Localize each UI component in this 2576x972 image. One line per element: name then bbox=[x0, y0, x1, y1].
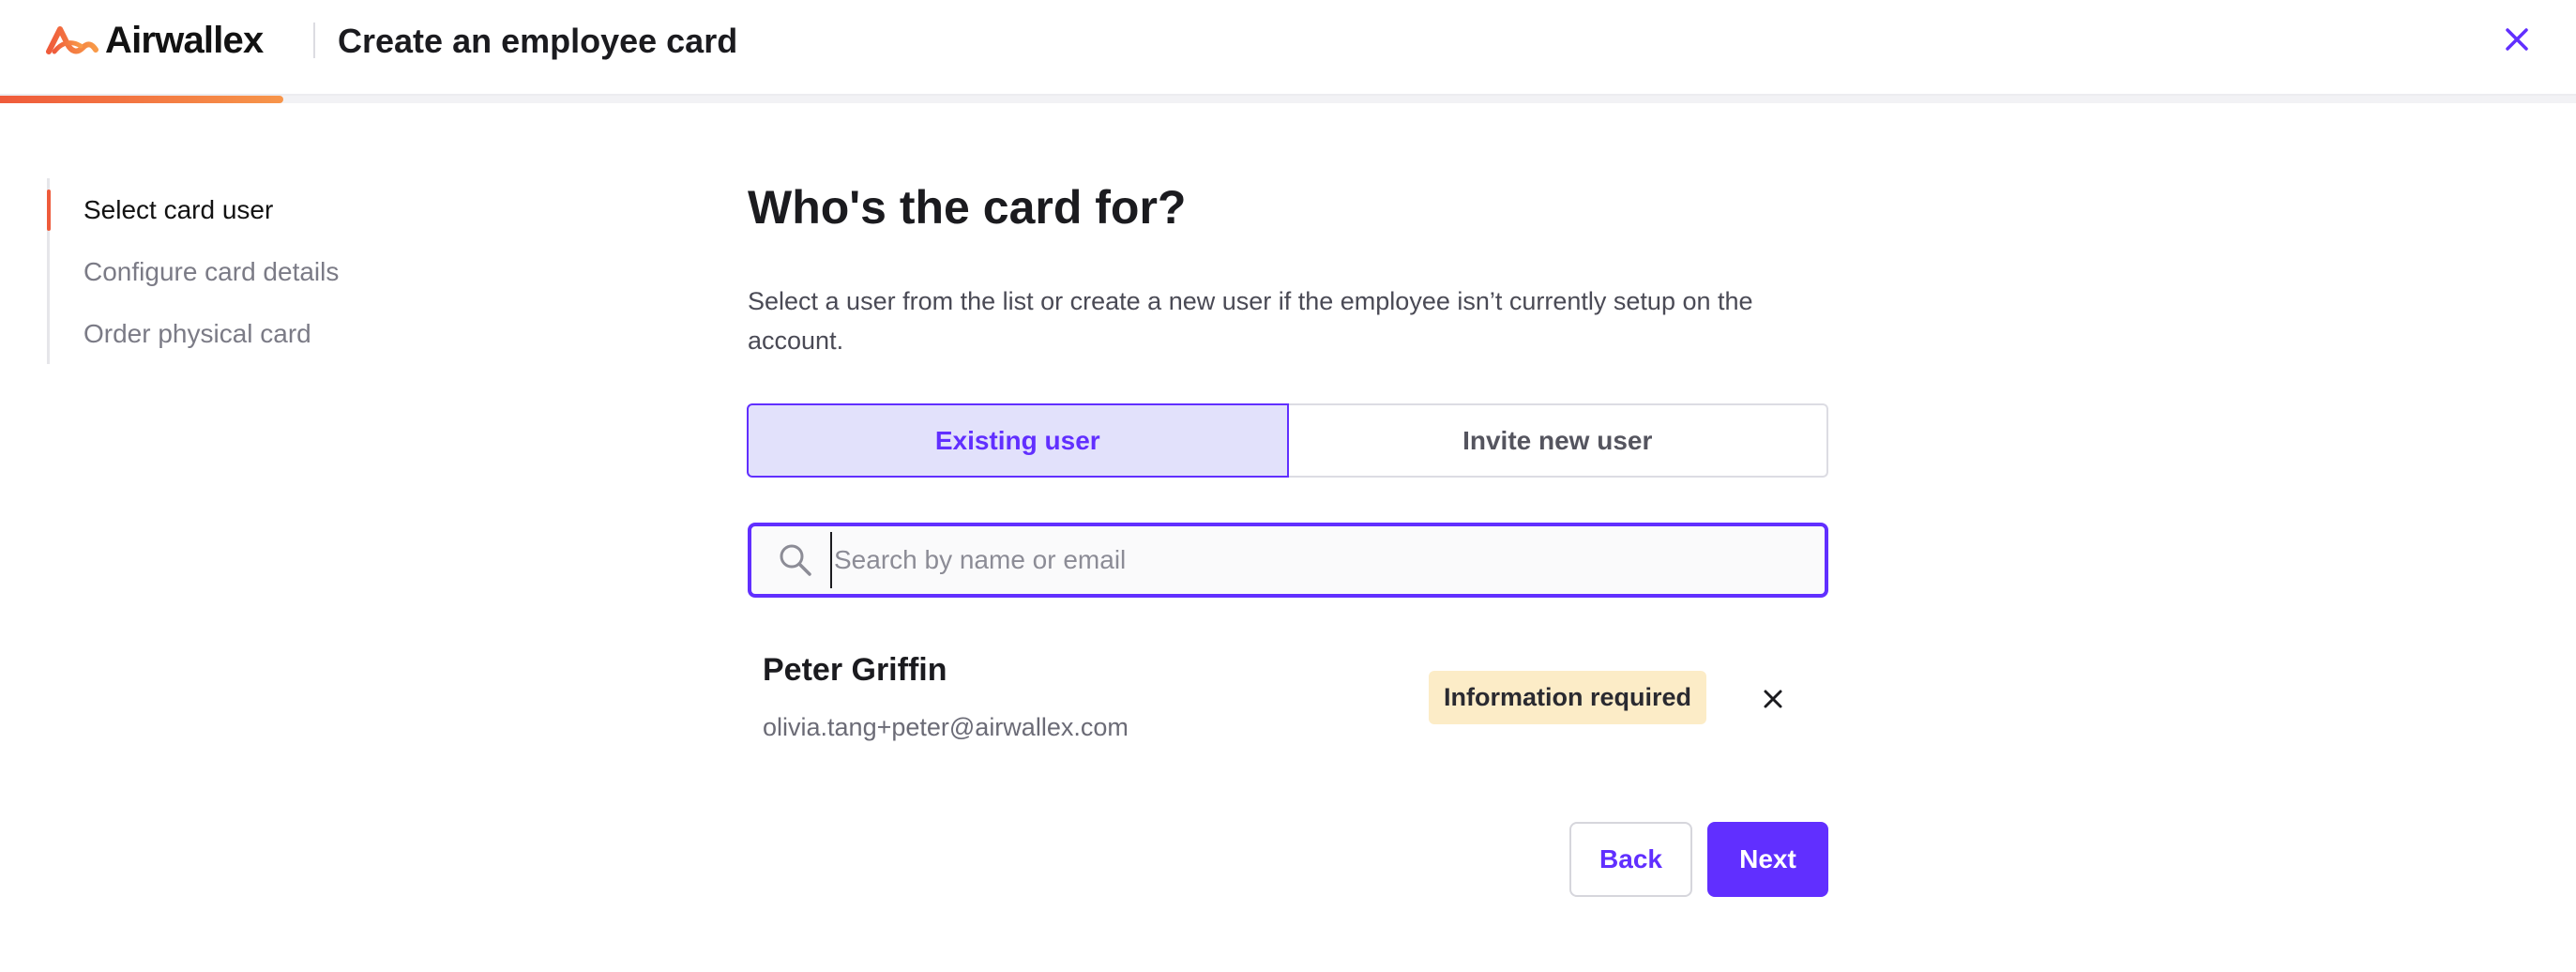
airwallex-logo[interactable]: Airwallex bbox=[45, 17, 264, 64]
status-badge: Information required bbox=[1429, 671, 1706, 724]
step-order-physical-card[interactable]: Order physical card bbox=[83, 317, 311, 351]
section-description: Select a user from the list or create a … bbox=[748, 287, 1753, 355]
airwallex-logo-icon bbox=[46, 26, 98, 54]
steps-sidebar: Select card user Configure card details … bbox=[47, 178, 422, 364]
active-step-indicator bbox=[47, 190, 51, 231]
step-configure-card-details[interactable]: Configure card details bbox=[83, 255, 339, 289]
search-box bbox=[748, 523, 1828, 598]
selected-user-row: Peter Griffin olivia.tang+peter@airwalle… bbox=[748, 638, 1828, 751]
close-button[interactable] bbox=[2498, 21, 2536, 58]
user-email: olivia.tang+peter@airwallex.com bbox=[763, 713, 1129, 741]
user-type-toggle: Existing user Invite new user bbox=[747, 403, 1828, 478]
section-heading: Who's the card for? bbox=[748, 181, 1187, 234]
existing-user-tab[interactable]: Existing user bbox=[747, 403, 1289, 478]
search-icon bbox=[780, 544, 811, 576]
back-button[interactable]: Back bbox=[1569, 822, 1692, 897]
progress-bar-fill bbox=[0, 96, 284, 103]
user-name: Peter Griffin bbox=[763, 652, 947, 688]
invite-new-user-tab[interactable]: Invite new user bbox=[1288, 403, 1828, 478]
next-button[interactable]: Next bbox=[1707, 822, 1828, 897]
progress-bar bbox=[0, 96, 2576, 103]
search-input[interactable] bbox=[830, 532, 1825, 588]
close-icon bbox=[2506, 28, 2528, 51]
logo-wordmark: Airwallex bbox=[105, 19, 264, 61]
close-icon bbox=[1764, 690, 1782, 708]
header: Airwallex Create an employee card bbox=[0, 0, 2576, 96]
remove-user-button[interactable] bbox=[1754, 680, 1792, 718]
step-select-card-user[interactable]: Select card user bbox=[83, 193, 273, 227]
header-divider bbox=[313, 23, 315, 58]
page-title: Create an employee card bbox=[338, 22, 738, 60]
